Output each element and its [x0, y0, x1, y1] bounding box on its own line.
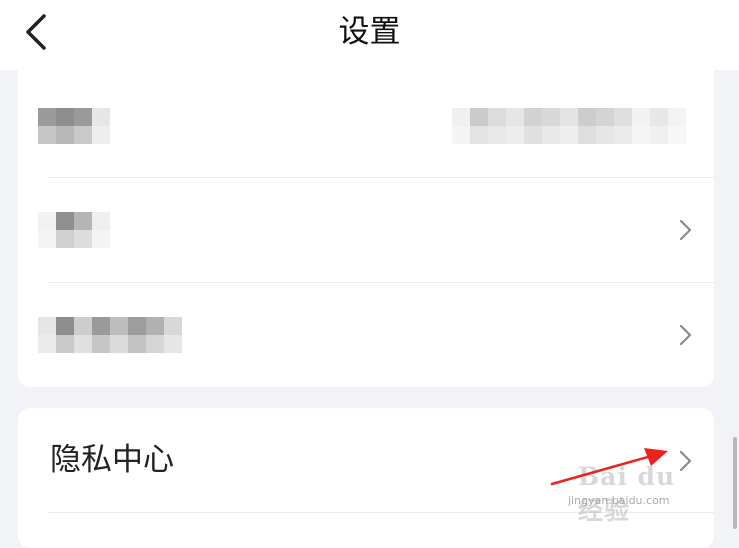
settings-row-account[interactable] — [18, 72, 714, 176]
watermark-url: jingyan.baidu.com — [568, 494, 670, 507]
chevron-right-icon — [679, 324, 692, 346]
blurred-label — [38, 212, 110, 248]
settings-group-1 — [18, 60, 714, 387]
blurred-value — [452, 108, 686, 144]
chevron-right-icon — [679, 219, 692, 241]
baidu-jingyan-watermark: Bai du 经验 jingyan.baidu.com — [568, 462, 708, 525]
page-title: 设置 — [338, 14, 401, 50]
blurred-label — [38, 108, 110, 144]
scrollbar[interactable] — [733, 437, 737, 529]
settings-row-3[interactable] — [18, 283, 714, 387]
privacy-center-label: 隐私中心 — [50, 442, 174, 478]
settings-row-2[interactable] — [18, 178, 714, 282]
blurred-label — [38, 317, 182, 353]
